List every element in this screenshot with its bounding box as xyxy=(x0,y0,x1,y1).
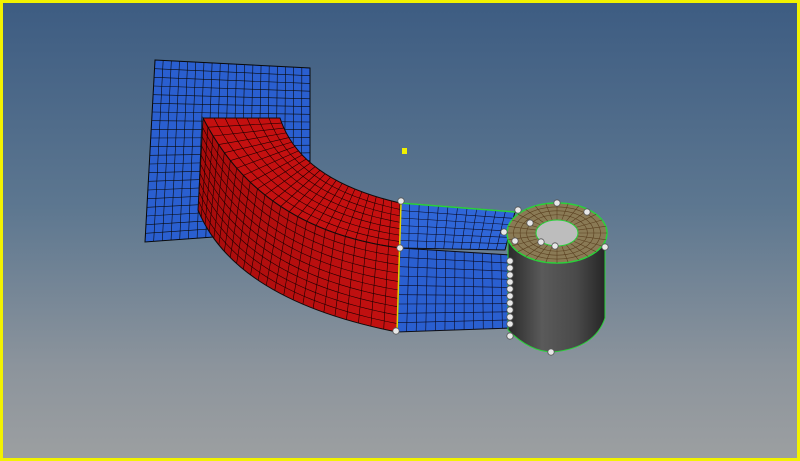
node-marker[interactable] xyxy=(526,219,534,227)
node-marker[interactable] xyxy=(537,238,545,246)
node-marker[interactable] xyxy=(506,332,514,340)
node-marker[interactable] xyxy=(553,199,561,207)
node-marker[interactable] xyxy=(500,228,508,236)
node-marker[interactable] xyxy=(583,208,591,216)
straight-section-mesh[interactable] xyxy=(396,202,516,333)
selected-point-marker[interactable] xyxy=(402,148,407,154)
node-marker[interactable] xyxy=(506,292,514,300)
node-marker[interactable] xyxy=(601,243,609,251)
node-marker[interactable] xyxy=(506,313,514,321)
node-marker[interactable] xyxy=(511,237,519,245)
node-marker[interactable] xyxy=(506,257,514,265)
node-marker[interactable] xyxy=(506,278,514,286)
node-marker[interactable] xyxy=(547,348,555,356)
node-marker[interactable] xyxy=(506,306,514,314)
node-marker[interactable] xyxy=(506,299,514,307)
node-marker[interactable] xyxy=(392,327,400,335)
node-marker[interactable] xyxy=(551,242,559,250)
node-marker[interactable] xyxy=(506,264,514,272)
node-marker[interactable] xyxy=(514,206,522,214)
node-marker[interactable] xyxy=(506,271,514,279)
graphics-viewport[interactable] xyxy=(0,0,800,461)
node-marker[interactable] xyxy=(506,320,514,328)
node-marker[interactable] xyxy=(396,244,404,252)
cylinder-solid[interactable] xyxy=(506,202,608,353)
node-marker[interactable] xyxy=(506,285,514,293)
node-marker[interactable] xyxy=(397,197,405,205)
model-scene[interactable] xyxy=(0,0,800,461)
